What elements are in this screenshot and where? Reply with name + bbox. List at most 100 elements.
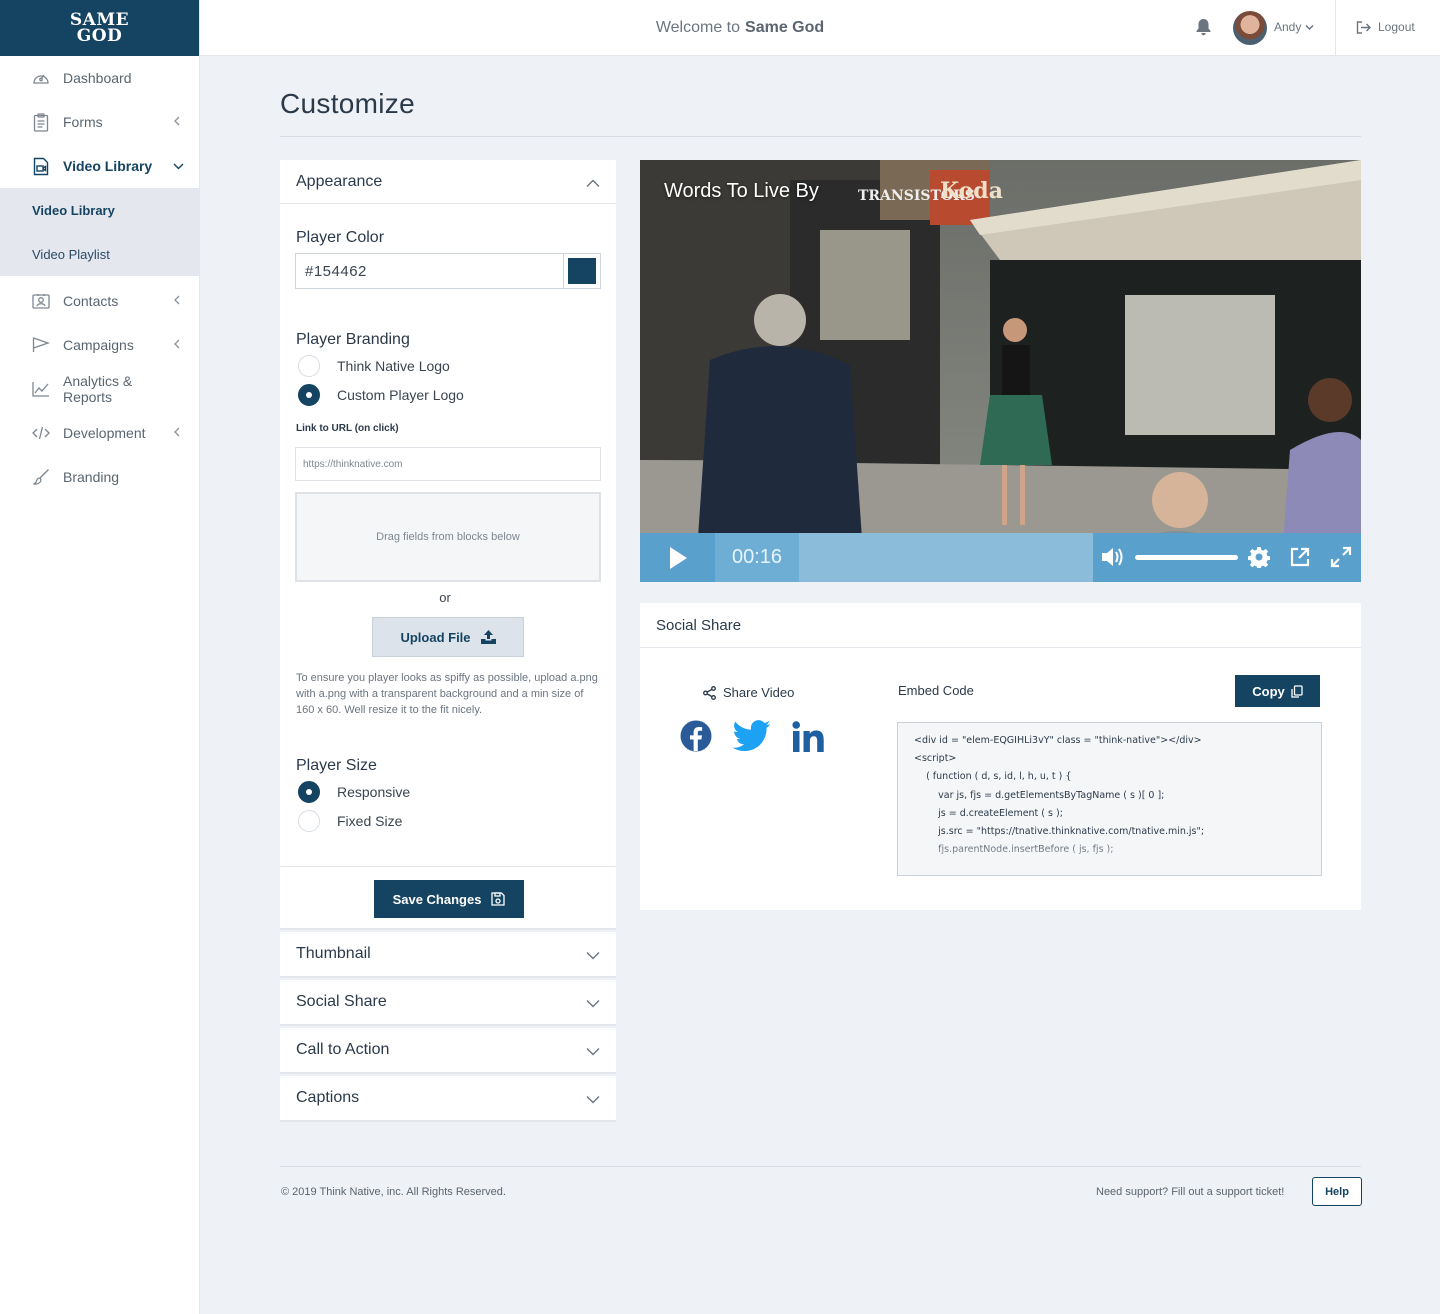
twitter-share-button[interactable] <box>732 720 771 756</box>
copy-embed-button[interactable]: Copy <box>1235 675 1320 707</box>
sidebar-subitem-video-playlist[interactable]: Video Playlist <box>0 232 199 276</box>
play-button[interactable] <box>640 533 715 582</box>
captions-panel-header[interactable]: Captions <box>280 1076 616 1120</box>
popout-icon[interactable] <box>1289 546 1311 573</box>
call-to-action-panel-header[interactable]: Call to Action <box>280 1028 616 1072</box>
radio-button-selected[interactable] <box>298 384 320 406</box>
facebook-share-button[interactable] <box>680 720 716 756</box>
clipboard-icon <box>32 112 50 132</box>
video-file-icon <box>32 157 50 175</box>
radio-label: Think Native Logo <box>337 358 450 374</box>
twitter-icon <box>732 720 771 752</box>
appearance-panel-header[interactable]: Appearance <box>280 160 616 204</box>
captions-panel[interactable]: Captions <box>280 1076 616 1122</box>
play-icon <box>669 546 687 569</box>
share-video-label: Share Video <box>703 685 794 700</box>
fullscreen-icon[interactable] <box>1330 546 1352 573</box>
embed-code-line: <div id = "elem-EQGIHLi3vY" class = "thi… <box>914 735 1202 746</box>
save-divider <box>280 866 616 867</box>
radio-button[interactable] <box>298 355 320 377</box>
call-to-action-panel[interactable]: Call to Action <box>280 1028 616 1074</box>
help-button[interactable]: Help <box>1312 1177 1362 1206</box>
sidebar-item-analytics-reports[interactable]: Analytics & Reports <box>0 367 199 411</box>
welcome-org-name: Same God <box>745 19 825 36</box>
volume-slider[interactable] <box>1135 555 1238 560</box>
video-player[interactable]: TRANSISTORS Koda Words To Live By 00:16 <box>640 160 1361 582</box>
embed-code-line: fjs.parentNode.insertBefore ( js, fjs ); <box>914 844 1114 856</box>
footer-copyright: © 2019 Think Native, inc. All Rights Res… <box>281 1186 506 1198</box>
panel-title: Thumbnail <box>296 945 371 962</box>
link-url-input[interactable]: https://thinknative.com <box>295 447 601 481</box>
video-title: Words To Live By <box>664 180 819 202</box>
video-frame-image: TRANSISTORS Koda <box>640 160 1361 582</box>
embed-code-line: <script> <box>914 753 957 765</box>
brand-logo-line2: GOD <box>76 26 123 46</box>
thumbnail-panel[interactable]: Thumbnail <box>280 932 616 978</box>
logout-link[interactable]: Logout <box>1356 20 1415 34</box>
color-swatch-button[interactable] <box>564 254 600 288</box>
sidebar-item-branding[interactable]: Branding <box>0 455 199 499</box>
player-size-label: Player Size <box>296 757 377 774</box>
chevron-down-icon <box>586 1091 600 1105</box>
embed-code-line: js.src = "https://tnative.thinknative.co… <box>914 825 1205 837</box>
player-color-label: Player Color <box>296 229 385 246</box>
sidebar-item-campaigns[interactable]: Campaigns <box>0 323 199 367</box>
save-changes-button[interactable]: Save Changes <box>374 880 524 918</box>
social-share-panel[interactable]: Social Share <box>280 980 616 1026</box>
dashboard-gauge-icon <box>32 69 50 87</box>
radio-responsive[interactable]: Responsive <box>298 781 410 803</box>
sidebar-item-video-library[interactable]: Video Library <box>0 144 199 188</box>
embed-code-label: Embed Code <box>898 683 974 698</box>
embed-code-line: js = d.createElement ( s ); <box>914 807 1063 819</box>
logout-icon <box>1356 20 1371 34</box>
upload-file-button[interactable]: Upload File <box>372 617 524 657</box>
brand-logo[interactable]: SAME GOD <box>0 0 199 56</box>
chevron-left-icon <box>173 294 183 308</box>
logo-dropzone[interactable]: Drag fields from blocks below <box>295 492 601 582</box>
flag-icon <box>32 336 50 354</box>
radio-custom-player-logo[interactable]: Custom Player Logo <box>298 384 464 406</box>
linkedin-share-button[interactable] <box>791 720 827 756</box>
player-branding-label: Player Branding <box>296 331 410 348</box>
settings-gear-icon[interactable] <box>1247 546 1271 573</box>
save-disk-icon <box>491 892 506 906</box>
save-changes-label: Save Changes <box>392 891 482 907</box>
sidebar-item-development[interactable]: Development <box>0 411 199 455</box>
social-share-panel-header[interactable]: Social Share <box>280 980 616 1024</box>
player-color-field[interactable]: #154462 <box>295 253 601 289</box>
embed-code-box[interactable]: <div id = "elem-EQGIHLi3vY" class = "thi… <box>897 722 1322 876</box>
topbar-divider <box>1335 0 1336 56</box>
sidebar-item-forms[interactable]: Forms <box>0 100 199 144</box>
user-menu[interactable]: Andy <box>1274 20 1314 34</box>
share-icon <box>703 685 716 700</box>
radio-think-native-logo[interactable]: Think Native Logo <box>298 355 450 377</box>
sidebar-item-label: Branding <box>63 469 120 485</box>
sidebar-subitem-video-library[interactable]: Video Library <box>0 188 199 232</box>
radio-fixed-size[interactable]: Fixed Size <box>298 810 402 832</box>
notification-bell-icon[interactable] <box>1195 18 1215 38</box>
line-chart-icon <box>32 380 50 398</box>
chevron-down-icon <box>586 947 600 961</box>
user-avatar[interactable] <box>1233 11 1267 45</box>
title-divider <box>280 136 1361 137</box>
thumbnail-panel-header[interactable]: Thumbnail <box>280 932 616 976</box>
welcome-prefix: Welcome to <box>655 19 741 36</box>
right-controls <box>1093 533 1361 582</box>
video-library-submenu: Video Library Video Playlist <box>0 188 199 276</box>
linkedin-icon <box>792 721 824 752</box>
player-color-value[interactable]: #154462 <box>296 254 564 288</box>
appearance-panel: Appearance Player Color #154462 Player B… <box>280 160 616 930</box>
volume-icon[interactable] <box>1101 546 1127 573</box>
panel-title: Captions <box>296 1089 360 1106</box>
sidebar-item-label: Analytics & Reports <box>63 373 133 405</box>
radio-button[interactable] <box>298 810 320 832</box>
sidebar-item-contacts[interactable]: Contacts <box>0 279 199 323</box>
radio-button-selected[interactable] <box>298 781 320 803</box>
facebook-icon <box>680 720 712 752</box>
sidebar-item-dashboard[interactable]: Dashboard <box>0 56 199 100</box>
sidebar: SAME GOD Dashboard Forms Video Library V… <box>0 0 200 1314</box>
or-separator: or <box>439 590 451 605</box>
progress-bar[interactable] <box>799 533 1093 582</box>
footer-divider <box>280 1166 1361 1167</box>
link-url-label: Link to URL (on click) <box>296 423 399 434</box>
